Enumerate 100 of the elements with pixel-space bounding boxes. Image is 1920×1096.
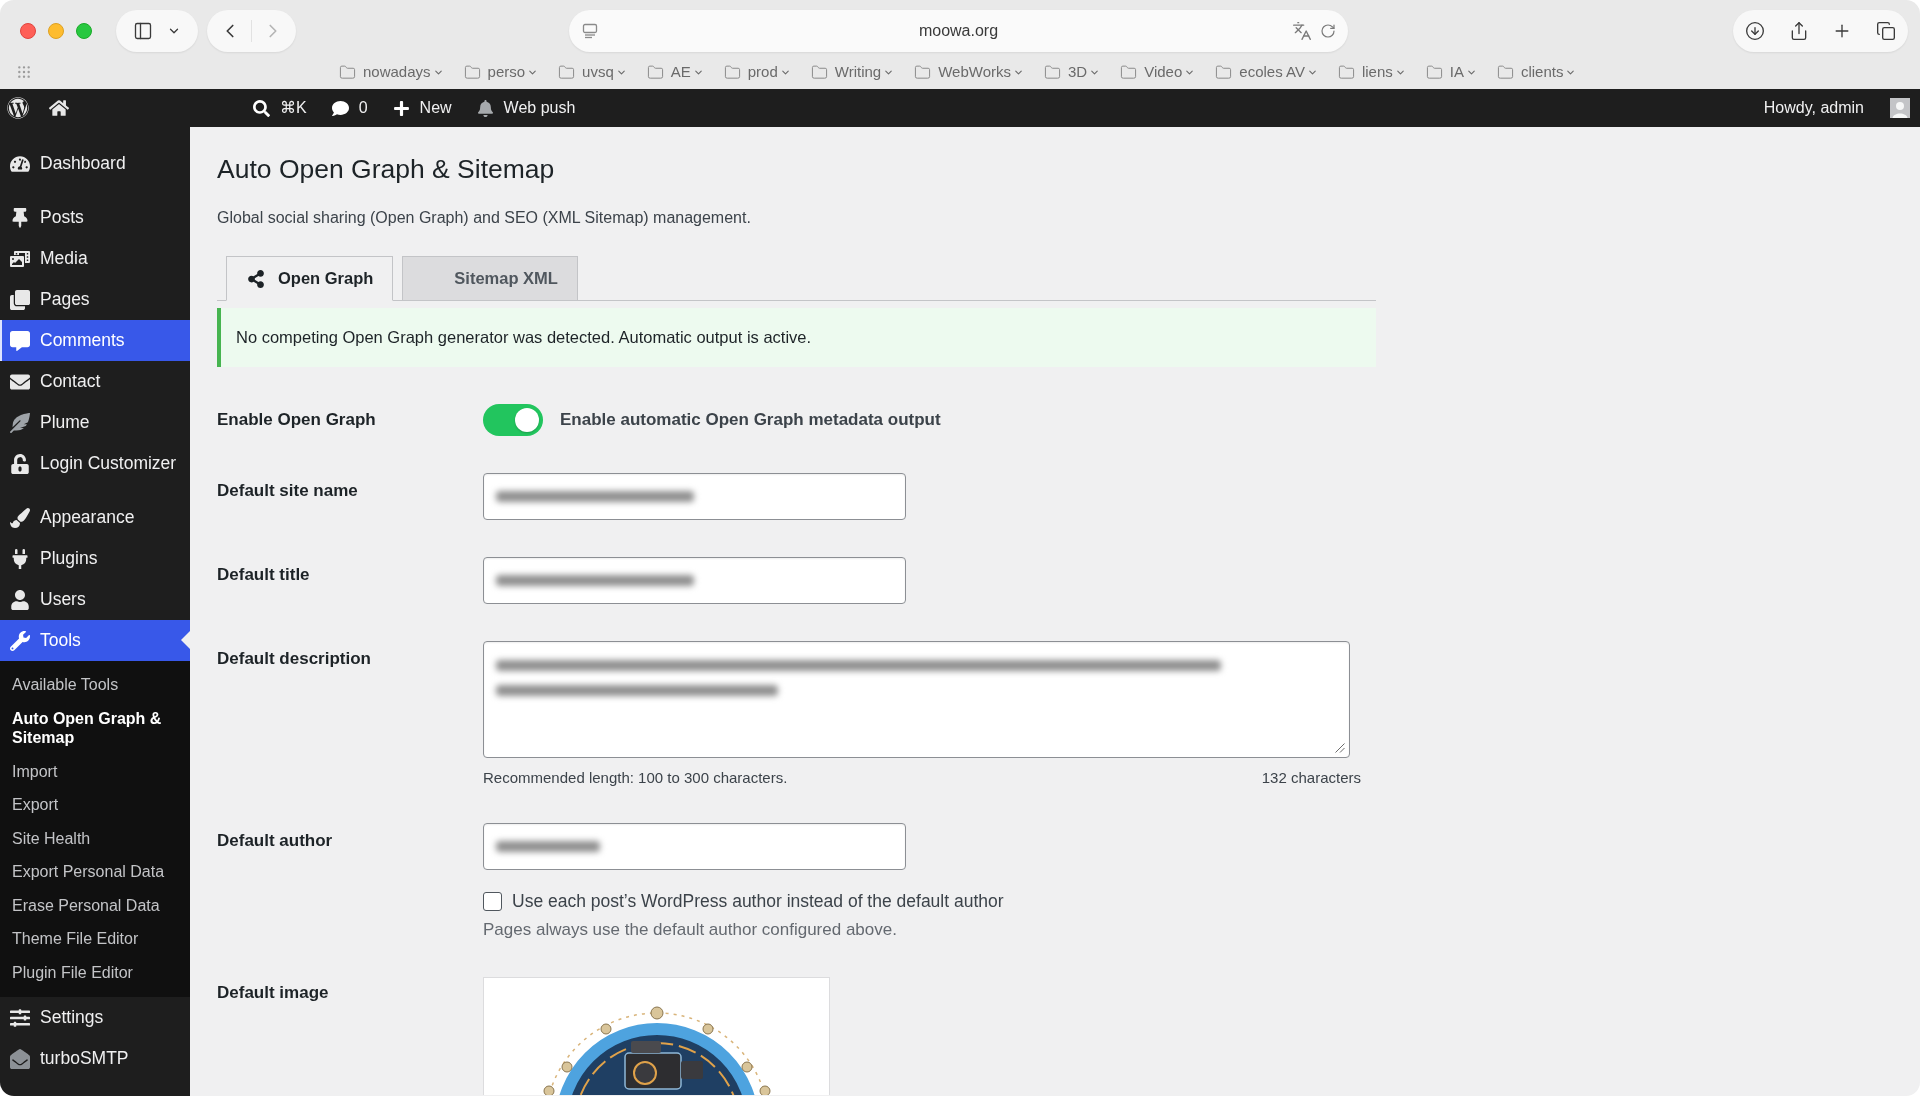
photo-video-icon xyxy=(10,248,30,269)
image-preview[interactable] xyxy=(483,977,830,1095)
search-icon xyxy=(253,99,270,117)
admin-bar-item[interactable]: Web push xyxy=(476,96,576,120)
bookmark-folder[interactable]: perso xyxy=(463,60,539,84)
field-label: Default title xyxy=(217,564,311,586)
bookmark-folder[interactable]: ecoles AV xyxy=(1215,60,1318,84)
folder-icon xyxy=(463,63,481,81)
sidebar-item[interactable]: Plugins xyxy=(0,538,190,579)
bookmark-folder[interactable]: AE xyxy=(646,60,704,84)
tab[interactable]: Sitemap XML xyxy=(402,256,578,300)
sidebar-item[interactable]: Contact xyxy=(0,361,190,402)
bookmark-folder[interactable]: clients xyxy=(1496,60,1577,84)
admin-bar-item[interactable]: 0 xyxy=(331,96,368,120)
gauge-icon xyxy=(10,153,30,174)
folder-icon xyxy=(646,63,664,81)
close-button[interactable] xyxy=(20,23,36,39)
grid-icon[interactable] xyxy=(16,64,32,80)
bookmark-folder[interactable]: prod xyxy=(723,60,791,84)
sidebar-item[interactable]: Tools xyxy=(0,620,190,661)
field-label: Default site name xyxy=(217,480,359,502)
reload-icon[interactable] xyxy=(1320,23,1336,39)
submenu-item[interactable]: Plugin File Editor xyxy=(0,955,190,989)
bookmark-folder[interactable]: 3D xyxy=(1044,60,1101,84)
wordpress-logo-icon[interactable] xyxy=(7,97,29,119)
folder-icon xyxy=(1337,63,1355,81)
checkbox-label[interactable]: Use each post’s WordPress author instead of the default author xyxy=(512,887,1004,915)
url-text: moowa.org xyxy=(918,21,999,41)
tab[interactable]: Open Graph xyxy=(226,256,394,301)
text-field[interactable] xyxy=(483,473,906,520)
feather-icon xyxy=(10,412,30,433)
folder-icon xyxy=(914,63,932,81)
bookmark-folder[interactable]: uvsq xyxy=(558,60,627,84)
tabs-overview-icon[interactable] xyxy=(1875,21,1896,41)
speech-bubble-icon xyxy=(331,99,349,117)
sidebar-item[interactable]: Dashboard xyxy=(0,143,190,184)
bookmark-folder[interactable]: WebWorks xyxy=(914,60,1024,84)
submenu-item[interactable]: Import xyxy=(0,754,190,788)
sidebar-toggle-button[interactable] xyxy=(116,10,198,52)
sidebar-item[interactable]: Plume xyxy=(0,402,190,443)
folder-icon xyxy=(558,63,576,81)
sidebar-item[interactable]: Appearance xyxy=(0,497,190,538)
home-icon[interactable] xyxy=(49,98,69,118)
paintbrush-icon xyxy=(10,507,30,528)
text-field[interactable] xyxy=(483,557,906,604)
wrench-icon xyxy=(10,630,30,651)
translate-icon[interactable] xyxy=(1292,21,1312,41)
speech-bubble-icon xyxy=(10,330,30,351)
bookmark-folder[interactable]: Writing xyxy=(810,60,895,84)
admin-bar-item[interactable]: ⌘K xyxy=(253,96,307,120)
folder-icon xyxy=(1215,63,1233,81)
bookmark-folder[interactable]: IA xyxy=(1425,60,1477,84)
field-label: Enable Open Graph xyxy=(217,409,377,431)
bookmark-folder[interactable]: liens xyxy=(1337,60,1406,84)
text-field[interactable] xyxy=(483,823,906,870)
folder-icon xyxy=(1425,63,1443,81)
notice-text: No competing Open Graph generator was detected. Automatic output is active. xyxy=(236,327,812,349)
bell-icon xyxy=(476,99,494,117)
padlock-icon xyxy=(10,453,30,474)
folder-icon xyxy=(810,63,828,81)
stacked-pages-icon xyxy=(10,289,30,310)
toggle-caption: Enable automatic Open Graph metadata output xyxy=(560,409,941,432)
folder-icon xyxy=(723,63,741,81)
submenu-item[interactable]: Erase Personal Data xyxy=(0,888,190,922)
submenu-item[interactable]: Available Tools xyxy=(0,668,190,702)
submenu-item[interactable]: Export xyxy=(0,788,190,822)
sidebar-item[interactable]: Comments xyxy=(0,320,190,361)
plus-icon xyxy=(392,99,410,117)
folder-icon xyxy=(1044,63,1061,81)
folder-icon xyxy=(339,63,356,81)
account-link[interactable]: Howdy, admin xyxy=(1763,96,1864,120)
sidebar-item[interactable]: Pages xyxy=(0,279,190,320)
sidebar-item[interactable]: Posts xyxy=(0,197,190,238)
sidebar-item[interactable]: Users xyxy=(0,579,190,620)
checkbox[interactable] xyxy=(483,891,502,911)
sidebar-item[interactable]: Login Customizer xyxy=(0,443,190,484)
admin-bar-item[interactable]: New xyxy=(392,96,452,120)
textarea-field[interactable] xyxy=(483,641,1350,758)
submenu-item[interactable]: Export Personal Data xyxy=(0,855,190,889)
submenu-item[interactable]: Auto Open Graph & Sitemap xyxy=(0,701,190,755)
page-description: Global social sharing (Open Graph) and SEO (XML Sitemap) management. xyxy=(217,208,752,228)
sidebar-item[interactable]: Settings xyxy=(0,997,190,1038)
maximize-button[interactable] xyxy=(76,23,92,39)
field-hint: Recommended length: 100 to 300 characters. xyxy=(483,769,788,786)
bookmark-folder[interactable]: Video xyxy=(1120,60,1196,84)
sidebar-item[interactable]: Media xyxy=(0,238,190,279)
address-bar[interactable]: moowa.org xyxy=(569,10,1348,52)
resize-handle-icon[interactable] xyxy=(1335,743,1345,753)
sidebar-item[interactable]: turboSMTP xyxy=(0,1038,190,1079)
field-label: Default author xyxy=(217,830,334,852)
toggle-switch[interactable] xyxy=(483,404,543,436)
user-icon xyxy=(10,589,30,610)
folder-icon xyxy=(1120,63,1138,81)
submenu-item[interactable]: Site Health xyxy=(0,821,190,855)
download-icon[interactable] xyxy=(1745,21,1765,41)
field-note: Pages always use the default author configured above. xyxy=(483,920,898,940)
sliders-icon xyxy=(10,1007,30,1028)
bookmark-folder[interactable]: nowadays xyxy=(339,60,444,84)
submenu-item[interactable]: Theme File Editor xyxy=(0,922,190,956)
open-envelope-icon xyxy=(10,1048,30,1069)
